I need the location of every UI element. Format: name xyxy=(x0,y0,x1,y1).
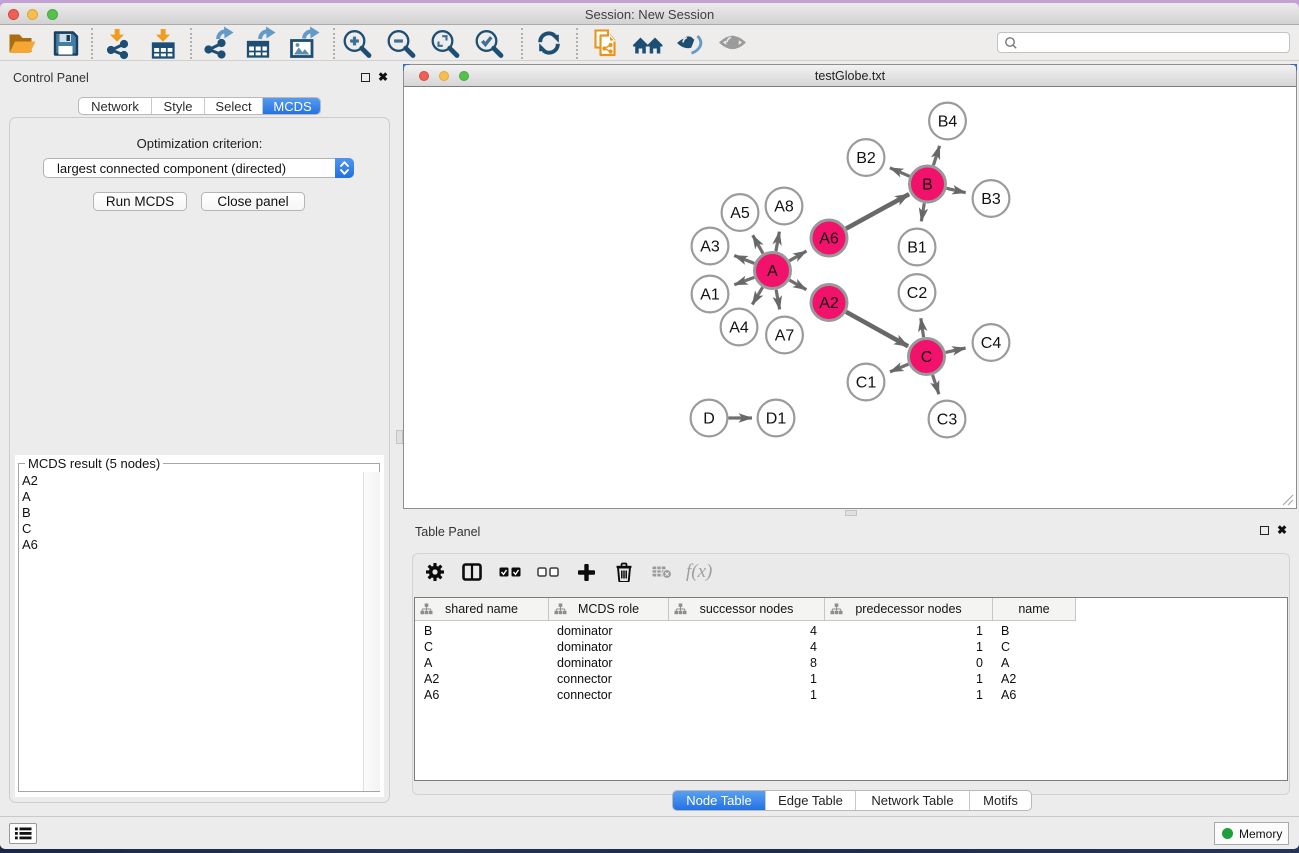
svg-text:A5: A5 xyxy=(730,205,750,222)
svg-text:B1: B1 xyxy=(907,240,927,257)
svg-text:A3: A3 xyxy=(700,239,720,256)
svg-text:B4: B4 xyxy=(938,114,958,131)
svg-text:A7: A7 xyxy=(775,328,795,345)
svg-text:A: A xyxy=(767,263,778,280)
svg-text:C: C xyxy=(921,349,933,366)
svg-text:B: B xyxy=(922,177,933,194)
svg-text:A1: A1 xyxy=(700,287,720,304)
svg-text:C2: C2 xyxy=(907,285,928,302)
svg-text:D: D xyxy=(703,411,715,428)
svg-text:A8: A8 xyxy=(774,199,794,216)
svg-text:D1: D1 xyxy=(766,411,787,428)
svg-text:C3: C3 xyxy=(937,412,958,429)
svg-text:B3: B3 xyxy=(981,191,1001,208)
svg-text:C1: C1 xyxy=(856,375,877,392)
svg-text:A2: A2 xyxy=(819,295,839,312)
svg-text:A4: A4 xyxy=(729,320,749,337)
svg-text:C4: C4 xyxy=(981,335,1002,352)
svg-text:A6: A6 xyxy=(819,231,839,248)
svg-text:B2: B2 xyxy=(856,150,876,167)
